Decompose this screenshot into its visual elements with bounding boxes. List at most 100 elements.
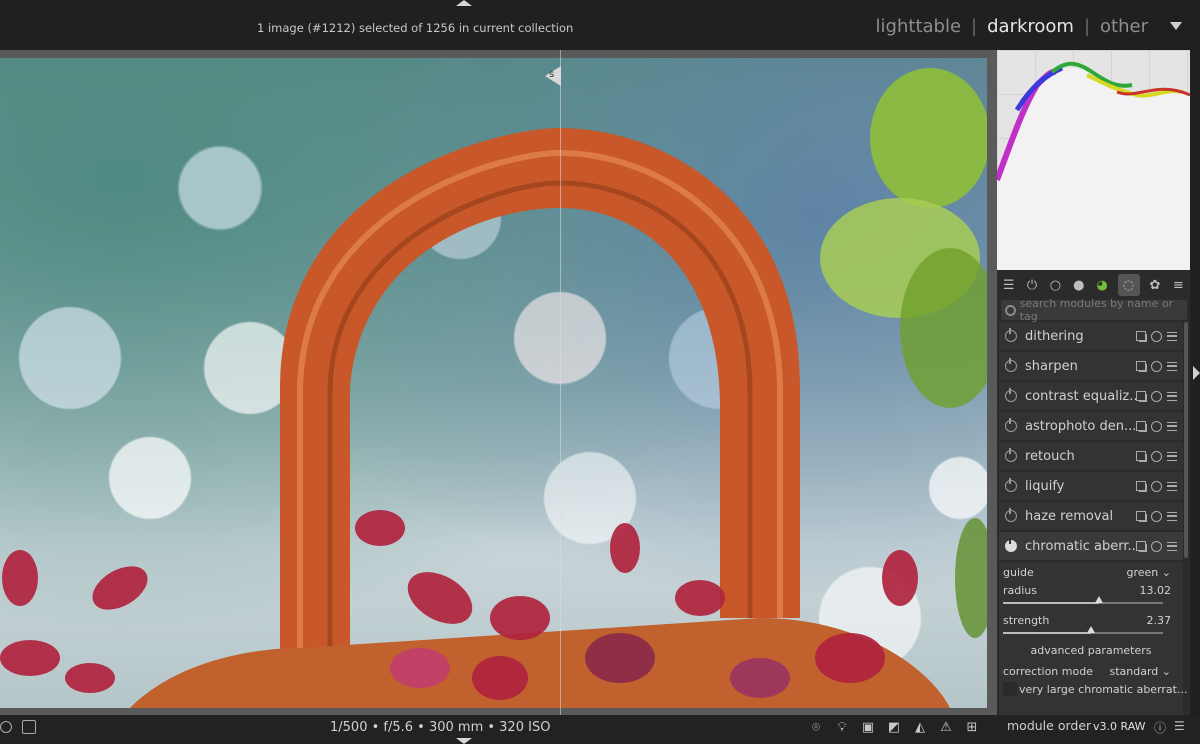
presets-menu-icon[interactable]	[1167, 361, 1177, 371]
softproof-icon[interactable]: ◩	[886, 719, 902, 735]
presets-menu-icon[interactable]	[1167, 451, 1177, 461]
module-name: dithering	[1025, 328, 1084, 344]
module-order-label: module order	[1007, 718, 1092, 733]
module-name: chromatic aberr...	[1025, 538, 1136, 554]
radius-knob[interactable]	[1095, 596, 1103, 603]
guides-icon[interactable]: ⊞	[964, 719, 980, 735]
views-dropdown-icon[interactable]	[1170, 22, 1182, 30]
bottom-right-tools: ⌾ 💡︎ ▣ ◩ ◭ ⚠ ⊞	[808, 719, 980, 735]
exif-info: 1/500 • f/5.6 • 300 mm • 320 ISO	[330, 720, 551, 735]
focus-peaking-icon[interactable]: ⌾	[808, 719, 824, 735]
presets-menu-icon[interactable]	[1167, 541, 1177, 551]
radius-slider[interactable]: radius 13.02	[1003, 584, 1171, 597]
second-window-icon[interactable]	[22, 720, 36, 734]
view-switcher: lighttable | darkroom | other	[876, 16, 1148, 37]
presets-icon[interactable]: ☰	[1001, 277, 1017, 293]
strength-track[interactable]	[1003, 626, 1163, 634]
gamut-check-icon[interactable]: ◭	[912, 719, 928, 735]
strength-knob[interactable]	[1087, 626, 1095, 633]
guide-combobox[interactable]: guide green ⌄	[1003, 566, 1171, 579]
base-group-icon[interactable]: ○	[1047, 277, 1063, 293]
radius-track[interactable]	[1003, 596, 1163, 604]
guide-label: guide	[1003, 566, 1034, 579]
group-menu-icon[interactable]: ≡	[1170, 277, 1186, 293]
multi-instance-icon[interactable]	[1136, 421, 1146, 431]
presets-menu-icon[interactable]	[1167, 331, 1177, 341]
view-lighttable[interactable]: lighttable	[876, 16, 961, 37]
reset-icon[interactable]	[1151, 360, 1162, 372]
right-panel-toggle-icon[interactable]	[1193, 366, 1200, 380]
module-astrophoto-denoise[interactable]: astrophoto den...	[999, 412, 1183, 440]
reset-icon[interactable]	[1151, 510, 1162, 522]
presets-menu-icon[interactable]	[1167, 391, 1177, 401]
top-panel-toggle-icon[interactable]	[456, 0, 472, 6]
module-retouch[interactable]: retouch	[999, 442, 1183, 470]
photo-content	[0, 68, 987, 708]
module-order-value[interactable]: v3.0 RAW	[1093, 720, 1146, 733]
multi-instance-icon[interactable]	[1136, 331, 1146, 341]
module-search-input[interactable]: search modules by name or tag	[1001, 297, 1187, 323]
search-placeholder: search modules by name or tag	[1019, 297, 1174, 323]
module-chromatic-aberrations[interactable]: chromatic aberr...	[999, 532, 1183, 560]
correct-group-icon[interactable]: ◌	[1117, 274, 1140, 296]
multi-instance-icon[interactable]	[1136, 361, 1146, 371]
reset-icon[interactable]	[1151, 390, 1162, 402]
module-name: liquify	[1025, 478, 1065, 494]
search-icon	[1005, 304, 1016, 316]
active-modules-icon[interactable]: ⏻	[1024, 277, 1040, 293]
center-image[interactable]	[0, 58, 987, 708]
view-darkroom[interactable]: darkroom	[987, 16, 1074, 37]
histogram[interactable]	[997, 50, 1190, 270]
presets-menu-icon[interactable]	[1167, 481, 1177, 491]
multi-instance-icon[interactable]	[1136, 541, 1146, 551]
tone-group-icon[interactable]: ●	[1071, 277, 1087, 293]
power-icon[interactable]	[1005, 388, 1017, 402]
module-name: astrophoto den...	[1025, 418, 1136, 434]
reset-icon[interactable]	[1151, 540, 1162, 552]
presets-menu-icon[interactable]	[1167, 511, 1177, 521]
module-haze-removal[interactable]: haze removal	[999, 502, 1183, 530]
multi-instance-icon[interactable]	[1136, 391, 1146, 401]
module-groups-bar: ☰ ⏻ ○ ● ◕ ◌ ✿ ≡	[997, 272, 1190, 298]
module-contrast-equalizer[interactable]: contrast equaliz...	[999, 382, 1183, 410]
correction-mode-label: correction mode	[1003, 665, 1093, 678]
menu-icon[interactable]: ☰	[1174, 719, 1185, 736]
power-icon[interactable]	[1005, 538, 1017, 552]
styles-icon[interactable]	[0, 721, 12, 733]
module-dithering[interactable]: dithering	[999, 322, 1183, 350]
reset-icon[interactable]	[1151, 420, 1162, 432]
effect-group-icon[interactable]: ✿	[1147, 277, 1163, 293]
view-other[interactable]: other	[1100, 16, 1148, 37]
power-icon[interactable]	[1005, 328, 1017, 342]
module-sharpen[interactable]: sharpen	[999, 352, 1183, 380]
bottom-panel-toggle-icon[interactable]	[456, 738, 472, 744]
multi-instance-icon[interactable]	[1136, 481, 1146, 491]
multi-instance-icon[interactable]	[1136, 451, 1146, 461]
reset-icon[interactable]	[1151, 480, 1162, 492]
presets-menu-icon[interactable]	[1167, 421, 1177, 431]
advanced-parameters-section[interactable]: advanced parameters	[999, 644, 1183, 657]
power-icon[interactable]	[1005, 508, 1017, 522]
strength-value: 2.37	[1146, 614, 1172, 627]
split-label: s	[549, 69, 555, 80]
right-panel: ☰ ⏻ ○ ● ◕ ◌ ✿ ≡ search modules by name o…	[997, 50, 1190, 715]
color-assessment-icon[interactable]: ▣	[860, 719, 876, 735]
reset-icon[interactable]	[1151, 450, 1162, 462]
power-icon[interactable]	[1005, 418, 1017, 432]
panel-scrollbar[interactable]	[1184, 322, 1188, 558]
bulb-icon[interactable]: 💡︎	[834, 719, 850, 735]
right-panel-edge	[1190, 50, 1200, 715]
module-name: retouch	[1025, 448, 1075, 464]
correction-mode-combobox[interactable]: correction mode standard ⌄	[1003, 665, 1171, 678]
reset-icon[interactable]	[1151, 330, 1162, 342]
overexposed-icon[interactable]: ⚠	[938, 719, 954, 735]
power-icon[interactable]	[1005, 448, 1017, 462]
module-liquify[interactable]: liquify	[999, 472, 1183, 500]
multi-instance-icon[interactable]	[1136, 511, 1146, 521]
power-icon[interactable]	[1005, 358, 1017, 372]
very-large-checkbox[interactable]	[1003, 682, 1017, 696]
split-divider[interactable]	[560, 50, 561, 715]
color-group-icon[interactable]: ◕	[1094, 277, 1110, 293]
power-icon[interactable]	[1005, 478, 1017, 492]
reset-icon[interactable]: ⓘ	[1154, 719, 1166, 736]
